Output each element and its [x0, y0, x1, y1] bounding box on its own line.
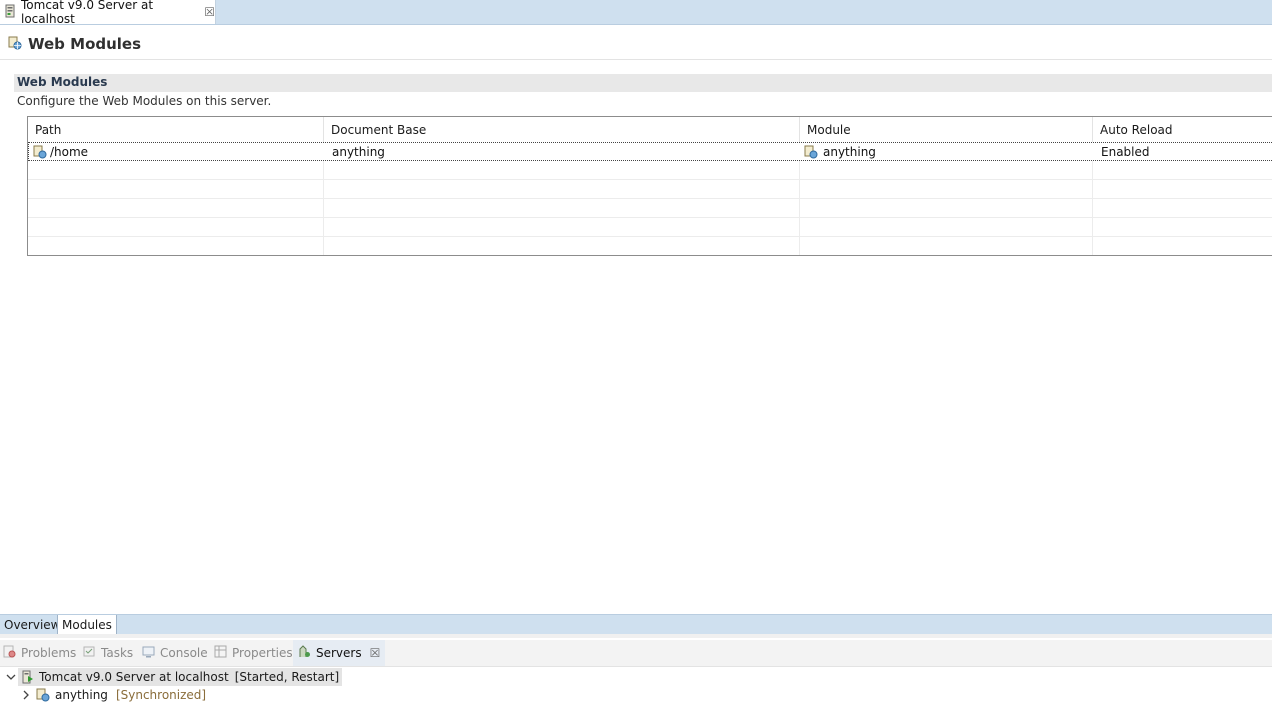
module-state: [Synchronized]: [115, 688, 207, 702]
tab-servers[interactable]: Servers ☒: [293, 640, 386, 666]
section-description: Configure the Web Modules on this server…: [17, 94, 272, 108]
table-row-empty: [28, 237, 1272, 255]
column-header-module[interactable]: Module: [800, 117, 1093, 142]
cell-document-base: anything: [332, 145, 385, 159]
cell-module-text: anything: [823, 145, 876, 159]
web-module-icon: [804, 145, 818, 159]
tree-row-module[interactable]: anything [Synchronized]: [20, 686, 206, 704]
tasks-icon: [83, 645, 96, 661]
close-icon[interactable]: ☒: [204, 5, 215, 19]
web-modules-table[interactable]: Path Document Base Module Auto Reload /h…: [27, 116, 1272, 256]
web-module-icon: [36, 688, 50, 702]
table-row-empty: [28, 218, 1272, 237]
chevron-right-icon[interactable]: [20, 690, 32, 700]
server-label: Tomcat v9.0 Server at localhost: [39, 670, 229, 684]
column-header-auto-reload[interactable]: Auto Reload: [1093, 117, 1272, 142]
server-node[interactable]: Tomcat v9.0 Server at localhost [Started…: [18, 668, 343, 686]
problems-icon: [3, 645, 16, 661]
column-header-document-base[interactable]: Document Base: [324, 117, 800, 142]
web-module-icon: [8, 36, 22, 53]
tab-tasks-label: Tasks: [101, 646, 134, 660]
server-icon: [5, 4, 15, 21]
tab-properties[interactable]: Properties: [214, 640, 293, 666]
tab-console-label: Console: [160, 646, 208, 660]
tab-console[interactable]: Console: [142, 640, 208, 666]
server-state: [Started, Restart]: [234, 670, 340, 684]
editor-tab-label: Tomcat v9.0 Server at localhost: [21, 0, 154, 26]
tree-row-server[interactable]: Tomcat v9.0 Server at localhost [Started…: [4, 668, 343, 686]
views-separator: [0, 634, 1272, 638]
section-title: Web Modules: [17, 75, 108, 89]
tab-properties-label: Properties: [232, 646, 293, 660]
console-icon: [142, 645, 155, 661]
tab-overview[interactable]: Overview: [0, 615, 65, 634]
cell-module: anything: [801, 143, 1094, 161]
tab-tasks[interactable]: Tasks: [83, 640, 133, 666]
chevron-down-icon[interactable]: [4, 672, 18, 682]
cell-path-text: /home: [50, 145, 89, 159]
section-header[interactable]: [14, 74, 1272, 92]
properties-icon: [214, 645, 227, 661]
tab-problems[interactable]: Problems: [3, 640, 76, 666]
close-icon[interactable]: ☒: [370, 646, 381, 660]
table-row-empty: [28, 180, 1272, 199]
page-title: Web Modules: [28, 35, 142, 53]
module-label: anything: [55, 688, 108, 702]
views-tab-bar: Problems Tasks Console Properties Server…: [0, 640, 1272, 667]
tab-modules[interactable]: Modules: [57, 615, 117, 634]
cell-path: /home: [29, 143, 325, 161]
table-row-empty: [28, 161, 1272, 180]
editor-page-tabs: Overview Modules: [0, 614, 1272, 634]
servers-icon: [298, 645, 311, 661]
editor-tab-server[interactable]: Tomcat v9.0 Server at localhost ☒: [0, 0, 216, 26]
table-row-empty: [28, 199, 1272, 218]
tab-problems-label: Problems: [21, 646, 77, 660]
web-module-icon: [33, 145, 47, 159]
table-row[interactable]: /home anything anything Enabled: [28, 142, 1272, 161]
page-header: Web Modules: [8, 33, 141, 55]
column-header-path[interactable]: Path: [28, 117, 324, 142]
cell-auto-reload: Enabled: [1101, 145, 1150, 159]
divider: [0, 59, 1272, 60]
tab-servers-label: Servers: [316, 646, 362, 660]
server-started-icon: [22, 670, 34, 684]
